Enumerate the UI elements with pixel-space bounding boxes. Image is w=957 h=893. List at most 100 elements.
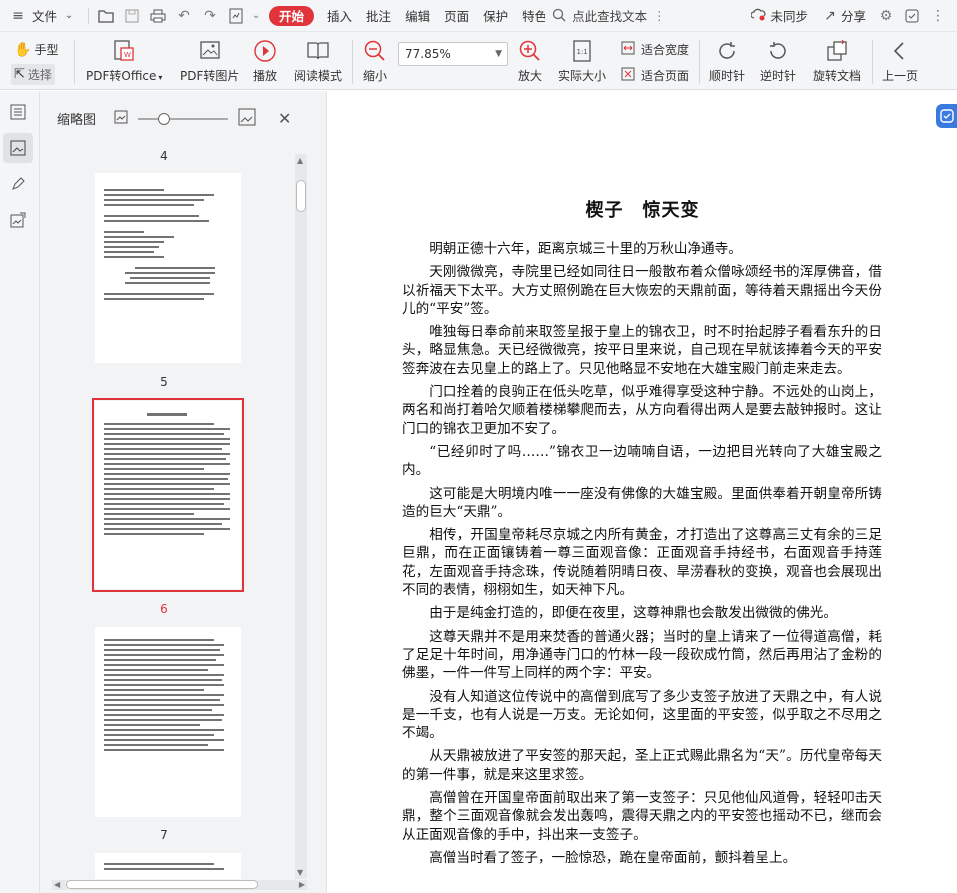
annotation-panel-icon[interactable]: [3, 169, 33, 199]
hand-tool-button[interactable]: ✋ 手型: [14, 41, 58, 58]
slider-knob[interactable]: [158, 112, 171, 125]
fit-page-icon: [621, 67, 635, 84]
dropdown-caret-icon: ▾: [158, 73, 163, 82]
scroll-down-arrow-icon[interactable]: ▼: [297, 868, 303, 877]
rotate-document-label: 旋转文档: [813, 69, 862, 83]
image-large-icon: [238, 108, 256, 130]
thumbnail-page-6[interactable]: [95, 627, 241, 817]
document-view[interactable]: 楔子 惊天变 明朝正德十六年，距离京城三十里的万秋山净通寺。 天刚微微亮，寺院里…: [328, 91, 957, 893]
zoom-out-button[interactable]: 缩小: [362, 38, 388, 84]
scrollbar-thumb[interactable]: [296, 180, 306, 212]
app-menu-button[interactable]: ≡ 文件 ⌄: [0, 0, 84, 32]
tab-page[interactable]: 页面: [437, 0, 476, 32]
undo-icon[interactable]: ↶: [171, 0, 197, 32]
tab-protect[interactable]: 保护: [476, 0, 515, 32]
feedback-icon[interactable]: [899, 0, 925, 32]
thumbnail-vertical-scrollbar[interactable]: ▲ ▼: [295, 154, 307, 879]
paragraph: “已经卯时了吗……”锦衣卫一边喃喃自语，一边把目光转向了大雄宝殿之内。: [402, 443, 882, 479]
pdf-to-image-button[interactable]: PDF转图片: [180, 38, 239, 84]
search-label: 点此查找文本: [572, 9, 648, 24]
outline-list-icon[interactable]: [3, 97, 33, 127]
more-menu-icon[interactable]: ⋮: [925, 0, 951, 32]
prev-page-button[interactable]: 上一页: [882, 38, 918, 84]
rotate-counterclockwise-button[interactable]: 逆时针: [760, 38, 796, 84]
rotate-clockwise-button[interactable]: 顺时针: [709, 38, 745, 84]
thumbnail-panel-header: 缩略图 ✕: [40, 91, 326, 146]
redo-icon[interactable]: ↷: [197, 0, 223, 32]
thumbnail-page-4[interactable]: [95, 173, 241, 363]
pdf-convert-quick-icon[interactable]: [223, 0, 249, 32]
zoom-value: 77.85%: [405, 47, 451, 61]
document-body: 明朝正德十六年，距离京城三十里的万秋山净通寺。 天刚微微亮，寺院里已经如同往日一…: [402, 240, 882, 872]
fit-width-button[interactable]: 适合宽度: [621, 41, 689, 58]
play-label: 播放: [252, 69, 277, 83]
sync-button[interactable]: 未同步: [744, 0, 815, 32]
left-icon-rail: [0, 91, 40, 893]
thumbnail-page-5[interactable]: [92, 398, 244, 592]
thumbnail-panel-title: 缩略图: [57, 113, 97, 128]
scroll-up-arrow-icon[interactable]: ▲: [297, 156, 303, 165]
thumbnail-size-slider[interactable]: [138, 112, 229, 125]
actual-size-label: 实际大小: [558, 69, 607, 83]
paragraph: 从天鼎被放进了平安签的那天起，圣上正式赐此鼎名为“天”。历代皇帝每天的第一件事，…: [402, 748, 882, 783]
more-vertical-icon[interactable]: ⋮: [653, 8, 666, 23]
select-tool-button[interactable]: ⇱ 选择: [11, 64, 55, 85]
zoom-out-label: 缩小: [362, 69, 387, 83]
settings-gear-icon[interactable]: ⚙: [873, 0, 899, 32]
pdf-to-office-label: PDF转Office: [86, 69, 157, 83]
chevron-left-icon: [887, 38, 913, 64]
thumbnail-page-number: 4: [160, 149, 168, 163]
play-button[interactable]: 播放: [252, 38, 278, 84]
pdf-to-office-icon: W: [111, 38, 137, 64]
thumbnail-panel-icon[interactable]: [3, 133, 33, 163]
scrollbar-thumb[interactable]: [66, 880, 258, 889]
image-extract-icon[interactable]: [3, 205, 33, 235]
paragraph: 这尊天鼎并不是用来焚香的普通火器；当时的皇上请来了一位得道高僧，耗了足足十年时间…: [402, 628, 882, 682]
zoom-in-button[interactable]: 放大: [517, 38, 543, 84]
actual-size-button[interactable]: 1:1 实际大小: [558, 38, 606, 84]
scroll-left-arrow-icon[interactable]: ◀: [54, 880, 60, 889]
rotate-ccw-label: 逆时针: [760, 69, 797, 83]
paragraph: 高僧曾在开国皇帝面前取出来了第一支签子：只见他仙风道骨，轻轻叩击天鼎，整个三面观…: [402, 790, 882, 843]
hand-tool-label: 手型: [34, 43, 59, 57]
floating-assistant-icon[interactable]: [936, 104, 957, 128]
tab-comment[interactable]: 批注: [359, 0, 398, 32]
zoom-level-select[interactable]: 77.85% ▼: [398, 42, 508, 66]
tab-edit[interactable]: 编辑: [398, 0, 437, 32]
fit-page-label: 适合页面: [641, 69, 690, 83]
read-mode-button[interactable]: 阅读模式: [294, 38, 342, 84]
zoom-out-icon: [362, 38, 388, 64]
close-icon[interactable]: ✕: [278, 109, 291, 128]
rotate-ccw-icon: [765, 38, 791, 64]
tab-home[interactable]: 开始: [269, 5, 315, 26]
fit-width-icon: [621, 41, 635, 58]
prev-page-label: 上一页: [882, 69, 919, 83]
print-icon[interactable]: [145, 0, 171, 32]
image-small-icon: [114, 110, 128, 128]
more-dropdown-icon[interactable]: ⌄: [249, 0, 263, 32]
thumbnail-page-number-current: 6: [160, 602, 168, 616]
fit-width-label: 适合宽度: [641, 43, 690, 57]
thumbnail-page-number: 5: [160, 375, 168, 389]
share-button[interactable]: ↗ 分享: [815, 0, 873, 32]
separator: [352, 40, 353, 84]
zoom-in-label: 放大: [517, 69, 542, 83]
thumbnail-page-7[interactable]: [95, 853, 241, 879]
pdf-to-office-button[interactable]: W PDF转Office ▾: [86, 38, 162, 84]
separator: [74, 40, 75, 84]
save-icon[interactable]: [119, 0, 145, 32]
paragraph: 高僧当时看了签子，一脸惊恐，跪在皇帝面前，颤抖着呈上。: [429, 849, 797, 866]
rotate-cw-label: 顺时针: [709, 69, 746, 83]
thumbnail-horizontal-scrollbar[interactable]: ◀ ▶: [52, 880, 307, 890]
file-menu-label: 文件: [32, 9, 58, 24]
actual-size-icon: 1:1: [569, 38, 595, 64]
fit-page-button[interactable]: 适合页面: [621, 67, 689, 84]
search-box[interactable]: 点此查找文本 ⋮: [551, 6, 666, 25]
open-folder-icon[interactable]: [93, 0, 119, 32]
rotate-document-button[interactable]: 旋转文档: [813, 38, 861, 84]
menubar-right: 未同步 ↗ 分享 ⚙ ⋮: [744, 0, 957, 32]
tab-features[interactable]: 特色: [515, 0, 545, 32]
rotate-cw-icon: [714, 38, 740, 64]
scroll-right-arrow-icon[interactable]: ▶: [299, 880, 305, 889]
tab-insert[interactable]: 插入: [320, 0, 359, 32]
